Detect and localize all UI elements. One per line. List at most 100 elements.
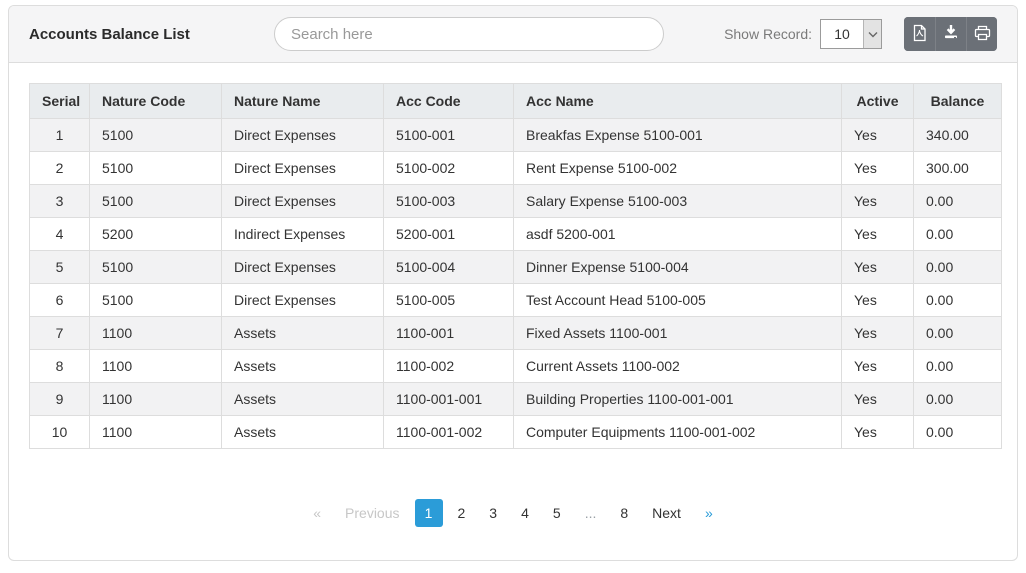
cell-balance: 300.00 — [913, 151, 1002, 185]
page-5[interactable]: 5 — [544, 499, 570, 527]
cell-acc-name: Breakfas Expense 5100-001 — [513, 118, 842, 152]
cell-acc-name: Building Properties 1100-001-001 — [513, 382, 842, 416]
cell-acc-name: Dinner Expense 5100-004 — [513, 250, 842, 284]
cell-serial: 6 — [29, 283, 90, 317]
panel-header: Accounts Balance List Show Record: 10 — [9, 6, 1017, 63]
cell-nature-code: 5200 — [89, 217, 222, 251]
print-button[interactable] — [966, 17, 997, 51]
cell-nature-code: 1100 — [89, 349, 222, 383]
table-row: 6 5100 Direct Expenses 5100-005 Test Account… — [29, 283, 1002, 317]
cell-acc-code: 5100-004 — [383, 250, 514, 284]
cell-nature-code: 5100 — [89, 283, 222, 317]
file-pdf-icon — [912, 24, 927, 45]
cell-acc-code: 1100-001 — [383, 316, 514, 350]
cell-serial: 1 — [29, 118, 90, 152]
cell-balance: 340.00 — [913, 118, 1002, 152]
next-button[interactable]: Next — [643, 499, 690, 527]
cell-active: Yes — [841, 217, 914, 251]
cell-nature-name: Assets — [221, 382, 384, 416]
table-row: 7 1100 Assets 1100-001 Fixed Assets 1100-001… — [29, 316, 1002, 350]
cell-acc-name: asdf 5200-001 — [513, 217, 842, 251]
cell-balance: 0.00 — [913, 184, 1002, 218]
cell-acc-code: 1100-001-002 — [383, 415, 514, 449]
cell-nature-code: 5100 — [89, 151, 222, 185]
cell-nature-name: Indirect Expenses — [221, 217, 384, 251]
cell-nature-name: Assets — [221, 415, 384, 449]
page-3[interactable]: 3 — [480, 499, 506, 527]
cell-active: Yes — [841, 316, 914, 350]
cell-nature-code: 1100 — [89, 382, 222, 416]
table-row: 8 1100 Assets 1100-002 Current Assets 1100-0… — [29, 349, 1002, 383]
column-header-balance: Balance — [913, 83, 1002, 119]
cell-acc-code: 5100-002 — [383, 151, 514, 185]
page-title: Accounts Balance List — [29, 25, 190, 43]
cell-nature-name: Direct Expenses — [221, 151, 384, 185]
cell-nature-code: 1100 — [89, 415, 222, 449]
cell-active: Yes — [841, 283, 914, 317]
cell-balance: 0.00 — [913, 316, 1002, 350]
table-row: 4 5200 Indirect Expenses 5200-001 asdf 5200-… — [29, 217, 1002, 251]
cell-nature-code: 5100 — [89, 118, 222, 152]
download-button[interactable] — [935, 17, 966, 51]
cell-serial: 2 — [29, 151, 90, 185]
cell-acc-name: Current Assets 1100-002 — [513, 349, 842, 383]
pagination: «Previous 1 2 3 4 5... 8 Next» — [9, 499, 1017, 527]
cell-balance: 0.00 — [913, 415, 1002, 449]
cell-balance: 0.00 — [913, 382, 1002, 416]
cell-nature-name: Direct Expenses — [221, 118, 384, 152]
next-arrow[interactable]: » — [696, 499, 722, 527]
cell-nature-name: Assets — [221, 349, 384, 383]
cell-nature-name: Direct Expenses — [221, 184, 384, 218]
table-body: 1 5100 Direct Expenses 5100-001 Breakfas Exp… — [29, 118, 1002, 449]
download-icon — [943, 24, 959, 44]
prev-button[interactable]: Previous — [336, 499, 408, 527]
cell-acc-code: 1100-002 — [383, 349, 514, 383]
cell-acc-name: Salary Expense 5100-003 — [513, 184, 842, 218]
cell-acc-name: Test Account Head 5100-005 — [513, 283, 842, 317]
cell-balance: 0.00 — [913, 250, 1002, 284]
table-row: 5 5100 Direct Expenses 5100-004 Dinner Expen… — [29, 250, 1002, 284]
ellipsis: ... — [584, 505, 597, 521]
page-4[interactable]: 4 — [512, 499, 538, 527]
export-pdf-button[interactable] — [904, 17, 935, 51]
cell-serial: 10 — [29, 415, 90, 449]
cell-serial: 8 — [29, 349, 90, 383]
cell-active: Yes — [841, 349, 914, 383]
cell-active: Yes — [841, 151, 914, 185]
cell-serial: 9 — [29, 382, 90, 416]
show-record-value: 10 — [834, 26, 850, 42]
table-row: 9 1100 Assets 1100-001-001 Building Properti… — [29, 382, 1002, 416]
page-2[interactable]: 2 — [449, 499, 475, 527]
cell-active: Yes — [841, 382, 914, 416]
cell-serial: 3 — [29, 184, 90, 218]
table-row: 2 5100 Direct Expenses 5100-002 Rent Expense… — [29, 151, 1002, 185]
accounts-balance-panel: Accounts Balance List Show Record: 10 — [8, 5, 1018, 561]
table-row: 10 1100 Assets 1100-001-002 Computer Equipme… — [29, 415, 1002, 449]
table-row: 3 5100 Direct Expenses 5100-003 Salary Expen… — [29, 184, 1002, 218]
cell-balance: 0.00 — [913, 217, 1002, 251]
cell-nature-name: Direct Expenses — [221, 250, 384, 284]
show-record-select[interactable]: 10 — [820, 19, 882, 49]
column-header-nature-name: Nature Name — [221, 83, 384, 119]
cell-acc-name: Fixed Assets 1100-001 — [513, 316, 842, 350]
cell-serial: 7 — [29, 316, 90, 350]
chevron-down-icon — [863, 20, 881, 48]
page-8[interactable]: 8 — [611, 499, 637, 527]
table-header-row: Serial Nature Code Nature Name Acc Code Acc … — [29, 83, 1002, 119]
export-button-group — [904, 17, 997, 51]
column-header-acc-code: Acc Code — [383, 83, 514, 119]
cell-nature-code: 5100 — [89, 250, 222, 284]
table-container: Serial Nature Code Nature Name Acc Code Acc … — [9, 63, 1017, 449]
cell-active: Yes — [841, 118, 914, 152]
search-input[interactable] — [274, 17, 664, 51]
cell-serial: 5 — [29, 250, 90, 284]
table-row: 1 5100 Direct Expenses 5100-001 Breakfas Exp… — [29, 118, 1002, 152]
cell-nature-name: Assets — [221, 316, 384, 350]
cell-acc-name: Rent Expense 5100-002 — [513, 151, 842, 185]
page-1[interactable]: 1 — [414, 499, 443, 527]
prev-arrow[interactable]: « — [304, 499, 330, 527]
header-controls: Show Record: 10 — [724, 17, 997, 51]
cell-acc-code: 5100-001 — [383, 118, 514, 152]
cell-acc-name: Computer Equipments 1100-001-002 — [513, 415, 842, 449]
column-header-serial: Serial — [29, 83, 90, 119]
